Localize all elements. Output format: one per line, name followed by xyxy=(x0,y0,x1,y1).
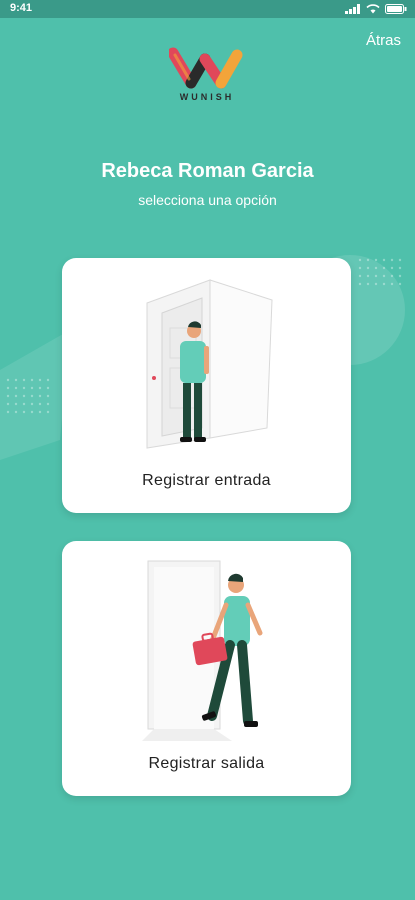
logo-mark-icon xyxy=(169,47,243,89)
register-exit-label: Registrar salida xyxy=(148,755,265,772)
signal-icon xyxy=(345,4,360,14)
wifi-icon xyxy=(366,4,380,14)
register-entry-card[interactable]: Registrar entrada xyxy=(62,258,351,513)
person-leaving-with-briefcase-illustration xyxy=(142,560,263,741)
register-exit-card[interactable]: Registrar salida xyxy=(62,541,351,796)
status-icons xyxy=(345,3,407,15)
wunish-logo: WUNISH xyxy=(167,45,247,115)
register-entry-label: Registrar entrada xyxy=(142,472,271,489)
battery-icon xyxy=(385,4,407,14)
back-button[interactable]: Átras xyxy=(366,32,401,49)
status-bar: 9:41 xyxy=(0,0,415,18)
status-time: 9:41 xyxy=(10,2,33,14)
user-name: Rebeca Roman Garcia xyxy=(101,160,314,182)
logo-text: WUNISH xyxy=(179,92,235,102)
instruction-subtitle: selecciona una opción xyxy=(138,192,277,208)
person-entering-door-illustration xyxy=(146,279,273,449)
